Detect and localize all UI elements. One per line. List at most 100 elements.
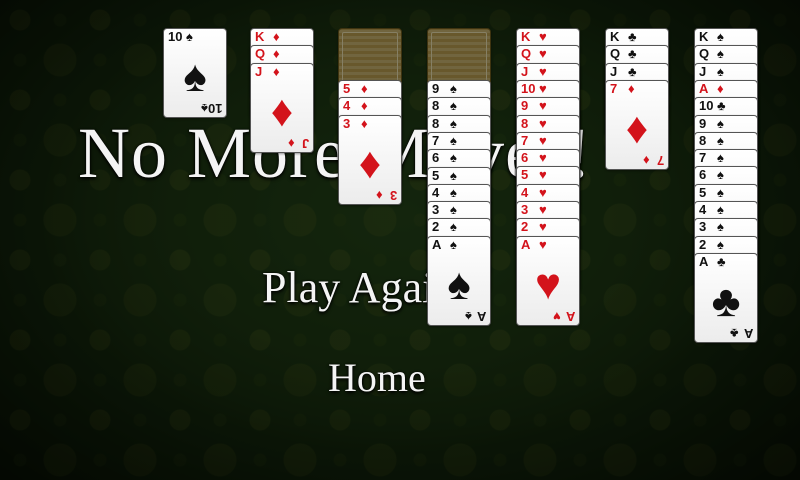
suit-icon: ♥ <box>539 202 547 217</box>
card-rank: 6 <box>699 167 707 183</box>
card-rank: 4 <box>699 202 707 217</box>
card-rank: 7 <box>610 80 618 96</box>
card-rank: Q <box>699 46 710 62</box>
playing-card[interactable]: 7 ♦ ♦ 7 ♦ <box>605 79 669 170</box>
suit-icon: ♠ <box>717 29 724 44</box>
card-rank: 3 <box>432 202 440 218</box>
suit-icon: ♠ <box>717 219 724 235</box>
card-rank: 8 <box>699 132 707 148</box>
card-rank: 6 <box>521 150 529 166</box>
suit-icon: ♦ <box>273 46 280 62</box>
card-rank-corner: A <box>565 308 575 324</box>
suit-large-icon: ♠ <box>183 52 207 101</box>
card-rank: 8 <box>521 115 529 131</box>
card-rank: 3 <box>699 219 707 235</box>
card-rank-corner: A <box>743 325 753 341</box>
card-rank: 3 <box>343 115 351 131</box>
card-rank: 9 <box>521 98 529 114</box>
suit-icon: ♦ <box>361 98 368 114</box>
card-rank: 4 <box>521 184 529 200</box>
card-rank: A <box>432 236 442 252</box>
suit-icon: ♥ <box>539 184 547 200</box>
playing-card[interactable]: J ♦ ♦ J ♦ <box>250 62 314 153</box>
suit-icon: ♠ <box>717 46 724 62</box>
card-rank: 2 <box>521 219 529 235</box>
suit-icon: ♣ <box>717 98 726 114</box>
suit-icon: ♥ <box>539 219 547 235</box>
home-button[interactable]: Home <box>328 354 800 401</box>
suit-icon: ♥ <box>539 98 547 114</box>
suit-icon: ♠ <box>717 132 724 148</box>
suit-corner-icon: ♠ <box>465 308 472 324</box>
suit-corner-icon: ♥ <box>553 308 561 324</box>
suit-icon: ♦ <box>273 29 280 44</box>
suit-icon: ♥ <box>539 46 547 62</box>
card-rank-corner: 3 <box>389 187 397 203</box>
card-rank: Q <box>521 46 532 62</box>
suit-icon: ♠ <box>450 81 457 96</box>
suit-icon: ♠ <box>450 219 457 235</box>
card-rank: K <box>255 29 265 44</box>
suit-icon: ♥ <box>539 80 547 96</box>
suit-icon: ♠ <box>450 236 457 252</box>
playing-card[interactable]: 10 ♠ ♠ 10 ♠ <box>163 28 227 118</box>
card-rank: 10 <box>699 98 714 114</box>
suit-icon: ♦ <box>361 115 368 131</box>
suit-icon: ♣ <box>717 253 726 269</box>
suit-icon: ♦ <box>273 63 280 79</box>
suit-large-icon: ♦ <box>270 86 294 136</box>
suit-corner-icon: ♦ <box>376 187 383 203</box>
suit-icon: ♥ <box>539 150 547 166</box>
card-rank: A <box>521 236 531 252</box>
card-rank: Q <box>610 46 621 62</box>
card-rank: 3 <box>521 202 529 217</box>
card-rank: J <box>699 63 707 79</box>
card-rank: 9 <box>432 81 440 96</box>
suit-icon: ♠ <box>450 98 457 114</box>
suit-corner-icon: ♣ <box>730 325 739 341</box>
dim-overlay <box>0 0 800 480</box>
playing-card[interactable]: A ♠ ♠ A ♠ <box>427 235 491 326</box>
playing-card[interactable]: A ♥ ♥ A ♥ <box>516 235 580 326</box>
card-rank: 10 <box>521 80 536 96</box>
card-rank: 4 <box>432 184 440 200</box>
suit-icon: ♣ <box>628 46 637 62</box>
suit-icon: ♠ <box>717 202 724 217</box>
card-rank: 8 <box>432 98 440 114</box>
suit-icon: ♠ <box>450 150 457 166</box>
card-rank: 5 <box>521 167 529 183</box>
suit-icon: ♦ <box>628 80 635 96</box>
suit-large-icon: ♦ <box>625 103 649 153</box>
suit-icon: ♥ <box>539 115 547 131</box>
suit-icon: ♠ <box>717 236 724 252</box>
suit-icon: ♠ <box>717 63 724 79</box>
card-rank: 5 <box>432 167 440 183</box>
suit-icon: ♥ <box>539 63 547 79</box>
suit-icon: ♠ <box>450 202 457 218</box>
suit-icon: ♠ <box>717 115 724 131</box>
card-rank: 2 <box>699 236 707 252</box>
card-rank: 5 <box>699 184 707 200</box>
card-rank: K <box>521 29 531 44</box>
playing-card[interactable]: 3 ♦ ♦ 3 ♦ <box>338 114 402 205</box>
suit-corner-icon: ♦ <box>288 135 295 151</box>
suit-large-icon: ♣ <box>711 276 741 326</box>
card-rank-corner: 10 <box>207 101 222 116</box>
suit-icon: ♠ <box>717 167 724 183</box>
card-rank: 5 <box>343 81 351 96</box>
card-rank: J <box>610 63 618 79</box>
suit-icon: ♣ <box>628 63 637 79</box>
suit-icon: ♥ <box>539 167 547 183</box>
card-rank: 6 <box>432 150 440 166</box>
card-rank: Q <box>255 46 266 62</box>
card-rank: J <box>521 63 529 79</box>
playing-card[interactable]: A ♣ ♣ A ♣ <box>694 252 758 343</box>
card-rank: 7 <box>432 132 440 148</box>
card-rank: 2 <box>432 219 440 235</box>
suit-large-icon: ♦ <box>358 138 382 188</box>
suit-icon: ♠ <box>450 184 457 200</box>
card-rank: 4 <box>343 98 351 114</box>
suit-icon: ♠ <box>186 29 193 44</box>
card-rank-corner: A <box>476 308 486 324</box>
suit-icon: ♦ <box>717 80 724 96</box>
